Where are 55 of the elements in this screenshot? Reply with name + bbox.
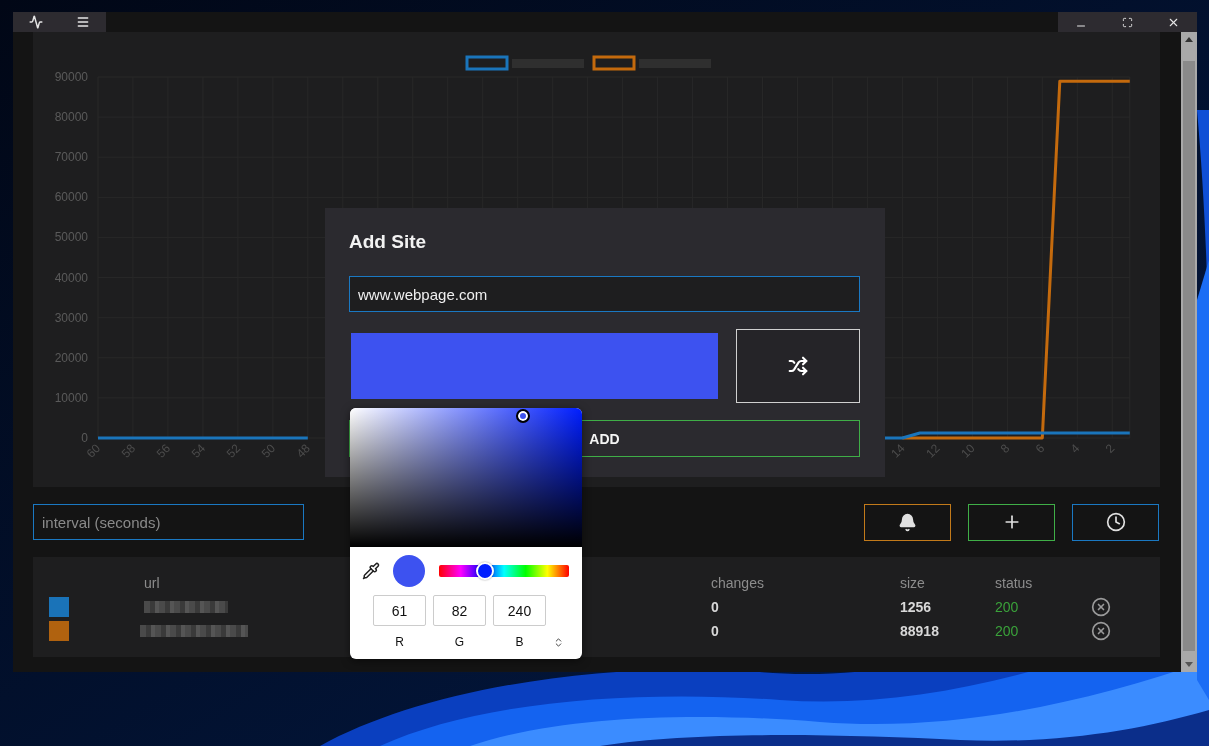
maximize-icon bbox=[1121, 16, 1133, 28]
hue-thumb[interactable] bbox=[475, 562, 494, 580]
scroll-up-icon[interactable] bbox=[1185, 37, 1193, 42]
channel-field[interactable]: 240 bbox=[493, 595, 546, 626]
interval-field[interactable]: interval (seconds) bbox=[33, 504, 304, 540]
bell-icon bbox=[898, 512, 917, 532]
table-cell: 200 bbox=[995, 623, 1019, 639]
eyedropper-icon[interactable] bbox=[362, 562, 380, 580]
list-icon bbox=[75, 15, 90, 29]
column-header: status bbox=[995, 575, 1034, 591]
url-field[interactable]: www.webpage.com bbox=[349, 276, 860, 312]
dialog-title: Add Site bbox=[349, 230, 428, 254]
channel-field[interactable]: 61 bbox=[373, 595, 426, 626]
table-cell: 200 bbox=[995, 599, 1019, 615]
table-cell: 1256 bbox=[900, 599, 932, 615]
axis-label: 40000 bbox=[54, 270, 88, 285]
axis-label: 20000 bbox=[54, 350, 88, 365]
axis-label: 10000 bbox=[54, 390, 88, 405]
legend-swatch[interactable] bbox=[592, 55, 636, 71]
axis-label: 70000 bbox=[54, 150, 88, 165]
axis-label: 90000 bbox=[54, 70, 88, 84]
table-cell: 0 bbox=[711, 599, 719, 615]
history-button[interactable] bbox=[1072, 503, 1159, 541]
column-header: changes bbox=[711, 575, 765, 591]
table-cell: 0 bbox=[711, 623, 719, 639]
scrollbar-thumb[interactable] bbox=[1183, 61, 1195, 651]
scrollbar[interactable] bbox=[1181, 32, 1197, 672]
shuffle-icon bbox=[788, 356, 808, 376]
random-color-button[interactable] bbox=[736, 329, 860, 403]
format-toggle[interactable] bbox=[553, 636, 564, 648]
channel-field[interactable]: 82 bbox=[433, 595, 486, 626]
column-header: url bbox=[144, 575, 161, 591]
color-preview bbox=[393, 555, 425, 587]
add-site-button[interactable] bbox=[968, 503, 1055, 541]
scroll-down-icon[interactable] bbox=[1185, 662, 1193, 667]
color-swatch[interactable] bbox=[351, 333, 718, 399]
axis-label: 30000 bbox=[54, 310, 88, 325]
channel-label: G bbox=[453, 635, 466, 649]
close-circle-icon bbox=[1091, 621, 1111, 641]
column-header: size bbox=[900, 575, 926, 591]
color-pointer[interactable] bbox=[516, 409, 531, 424]
clock-icon bbox=[1105, 512, 1126, 532]
axis-label: 80000 bbox=[54, 110, 88, 125]
axis-label: 50000 bbox=[54, 230, 88, 245]
close-circle-icon bbox=[1091, 597, 1111, 617]
channel-label: B bbox=[514, 635, 525, 649]
axis-label: 60000 bbox=[54, 190, 88, 205]
chart-line-icon bbox=[29, 15, 43, 29]
axis-label: 0 bbox=[81, 431, 88, 445]
legend-swatch[interactable] bbox=[465, 55, 509, 71]
channel-label: R bbox=[394, 635, 405, 649]
up-down-icon bbox=[553, 636, 564, 648]
notification-button[interactable] bbox=[864, 503, 951, 541]
table-cell: 88918 bbox=[900, 623, 939, 639]
saturation-area[interactable] bbox=[350, 408, 582, 547]
